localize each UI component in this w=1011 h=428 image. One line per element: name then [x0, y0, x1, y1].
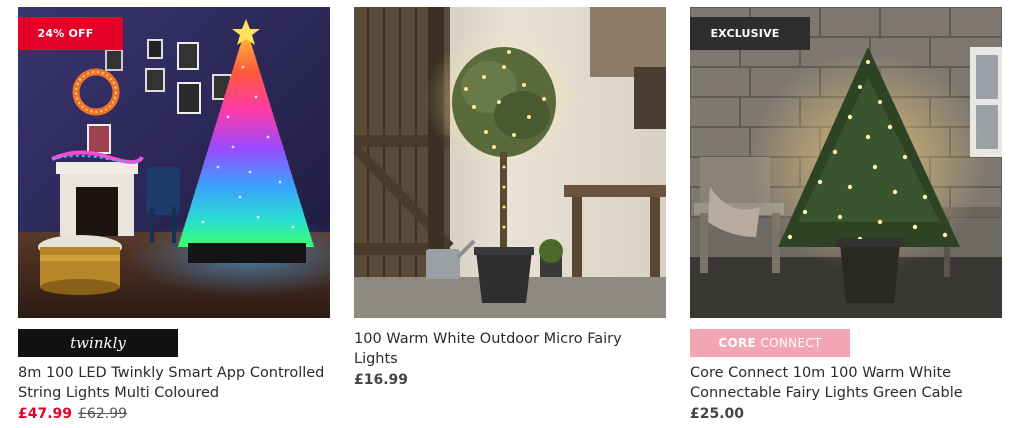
product-card[interactable]: EXCLUSIVE CORE CONNECT Core Connect 10m … — [690, 7, 1002, 424]
product-image[interactable] — [354, 7, 666, 318]
product-image[interactable]: 24% OFF — [18, 7, 330, 318]
product-image[interactable]: EXCLUSIVE — [690, 7, 1002, 318]
brand-logo-twinkly: twinkly — [18, 329, 178, 357]
product-photo-olive-tree-lights — [354, 7, 666, 318]
price-row: £16.99 — [354, 370, 666, 390]
price-row: £47.99 £62.99 — [18, 404, 330, 424]
price-row: £25.00 — [690, 404, 1002, 424]
brand-core-label: CORE — [718, 336, 756, 350]
product-title-link[interactable]: 100 Warm White Outdoor Micro Fairy Light… — [354, 329, 666, 369]
discount-badge: 24% OFF — [18, 17, 123, 50]
product-photo-warm-white-tree — [690, 7, 1002, 318]
product-title-link[interactable]: 8m 100 LED Twinkly Smart App Controlled … — [18, 363, 330, 403]
sale-price: £47.99 — [18, 406, 73, 422]
was-price: £62.99 — [78, 406, 128, 422]
brand-connect-label: CONNECT — [760, 336, 822, 350]
product-card[interactable]: 24% OFF twinkly 8m 100 LED Twinkly Smart… — [18, 7, 330, 424]
price: £16.99 — [354, 372, 409, 388]
product-card[interactable]: 100 Warm White Outdoor Micro Fairy Light… — [354, 7, 666, 390]
product-title-link[interactable]: Core Connect 10m 100 Warm White Connecta… — [690, 363, 1002, 403]
price: £25.00 — [690, 406, 745, 422]
product-photo-multicolour-tree — [18, 7, 330, 318]
exclusive-badge: EXCLUSIVE — [690, 17, 810, 50]
brand-logo-core-connect: CORE CONNECT — [690, 329, 850, 357]
